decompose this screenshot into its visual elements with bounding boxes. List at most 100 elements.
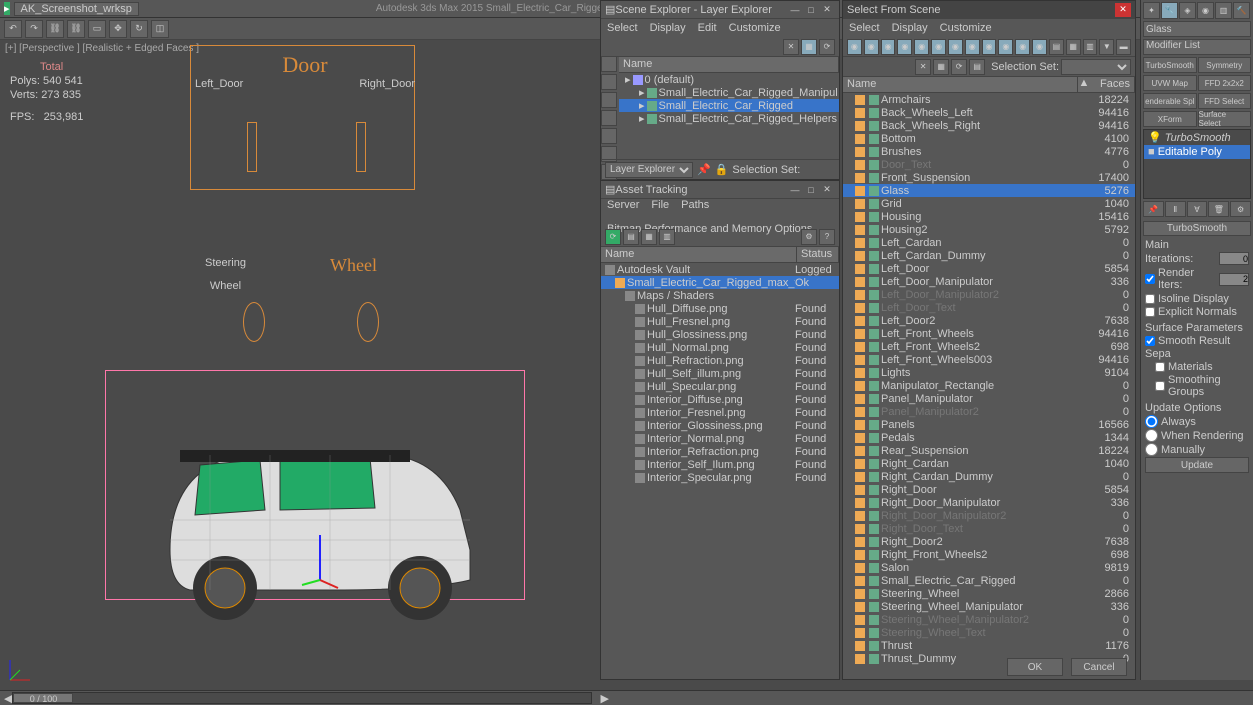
scene-object-item[interactable]: Right_Door27638: [843, 535, 1135, 548]
scene-object-item[interactable]: Door_Text0: [843, 158, 1135, 171]
scene-explorer-list[interactable]: ▸0 (default)▸Small_Electric_Car_Rigged_M…: [619, 73, 839, 173]
scene-object-item[interactable]: Glass5276: [843, 184, 1135, 197]
vtb-helper[interactable]: [601, 128, 617, 144]
explorer-type-dropdown[interactable]: Layer Explorer: [605, 162, 693, 178]
refresh-button[interactable]: ⟳: [605, 229, 621, 245]
asset-item[interactable]: Interior_Self_Ilum.pngFound: [601, 458, 839, 471]
scene-object-item[interactable]: Salon9819: [843, 561, 1135, 574]
scene-object-item[interactable]: Left_Door_Text0: [843, 301, 1135, 314]
scene-object-item[interactable]: Right_Door_Manipulator20: [843, 509, 1135, 522]
vtb-geom[interactable]: [601, 56, 617, 72]
scene-object-item[interactable]: Housing25792: [843, 223, 1135, 236]
ss-f8[interactable]: ◉: [965, 39, 980, 55]
tab-modify[interactable]: 🔧: [1161, 2, 1178, 19]
asset-item[interactable]: Hull_Fresnel.pngFound: [601, 315, 839, 328]
menu-select[interactable]: Select: [607, 22, 638, 34]
asset-item[interactable]: Hull_Normal.pngFound: [601, 341, 839, 354]
tab-create[interactable]: ✦: [1143, 2, 1160, 19]
scene-object-item[interactable]: Manipulator_Rectangle0: [843, 379, 1135, 392]
menu-customize[interactable]: Customize: [940, 22, 992, 34]
mod-btn-ffd-select[interactable]: FFD Select: [1198, 93, 1252, 109]
vtb-shape[interactable]: [601, 74, 617, 90]
menu-display[interactable]: Display: [892, 22, 928, 34]
update-button[interactable]: Update: [1145, 457, 1249, 473]
ss-f5[interactable]: ◉: [914, 39, 929, 55]
layer-item[interactable]: ▸0 (default): [619, 73, 839, 86]
ss-f4[interactable]: ◉: [897, 39, 912, 55]
asset-item[interactable]: Hull_Glossiness.pngFound: [601, 328, 839, 341]
asset-item[interactable]: Small_Electric_Car_Rigged_max_vray.maxOk: [601, 276, 839, 289]
asset-item[interactable]: Interior_Fresnel.pngFound: [601, 406, 839, 419]
ss-f11[interactable]: ◉: [1015, 39, 1030, 55]
modifier-list-dropdown[interactable]: Modifier List: [1143, 39, 1251, 55]
ss-f2[interactable]: ◉: [864, 39, 879, 55]
mod-btn-symmetry[interactable]: Symmetry: [1198, 57, 1252, 73]
asset-item[interactable]: Autodesk VaultLogged: [601, 263, 839, 276]
at-btn6[interactable]: ?: [819, 229, 835, 245]
ss-f3[interactable]: ◉: [881, 39, 896, 55]
ss-v2[interactable]: ▦: [1066, 39, 1081, 55]
menu-select[interactable]: Select: [849, 22, 880, 34]
scene-object-item[interactable]: Left_Cardan_Dummy0: [843, 249, 1135, 262]
asset-item[interactable]: Interior_Refraction.pngFound: [601, 445, 839, 458]
menu-customize[interactable]: Customize: [729, 22, 781, 34]
scene-object-item[interactable]: Left_Front_Wheels2698: [843, 340, 1135, 353]
mod-btn-xform[interactable]: XForm: [1143, 111, 1197, 127]
ss-v3[interactable]: ▥: [1083, 39, 1098, 55]
col-name[interactable]: Name: [601, 247, 797, 262]
minimize-icon[interactable]: —: [787, 183, 803, 197]
ss-f10[interactable]: ◉: [998, 39, 1013, 55]
asset-item[interactable]: Interior_Normal.pngFound: [601, 432, 839, 445]
scale-button[interactable]: ◫: [151, 20, 169, 38]
pin-button[interactable]: 📌: [697, 163, 711, 176]
mod-btn-surface-select[interactable]: Surface Select: [1198, 111, 1252, 127]
when-rendering-radio[interactable]: [1145, 429, 1158, 442]
scene-object-item[interactable]: Right_Door_Manipulator336: [843, 496, 1135, 509]
asset-item[interactable]: Maps / Shaders: [601, 289, 839, 302]
tab-motion[interactable]: ◉: [1197, 2, 1214, 19]
undo-button[interactable]: ↶: [4, 20, 22, 38]
modifier-item[interactable]: 💡 TurboSmooth: [1144, 130, 1250, 145]
iterations-spinner[interactable]: [1219, 252, 1249, 265]
at-btn2[interactable]: ▤: [623, 229, 639, 245]
render-iters-spinner[interactable]: [1219, 273, 1249, 286]
asset-tracking-list[interactable]: Autodesk VaultLoggedSmall_Electric_Car_R…: [601, 263, 839, 683]
close-icon[interactable]: ✕: [819, 183, 835, 197]
tab-display[interactable]: ▥: [1215, 2, 1232, 19]
ok-button[interactable]: OK: [1007, 658, 1063, 676]
scene-object-item[interactable]: Grid1040: [843, 197, 1135, 210]
scene-object-item[interactable]: Bottom4100: [843, 132, 1135, 145]
tab-utilities[interactable]: 🔨: [1233, 2, 1250, 19]
next-key-button[interactable]: ▶: [600, 692, 608, 705]
display-button[interactable]: ▦: [801, 39, 817, 55]
object-name-field[interactable]: [1143, 21, 1251, 37]
layer-item[interactable]: ▸Small_Electric_Car_Rigged_Manipulator: [619, 86, 839, 99]
time-slider[interactable]: 0 / 100: [12, 692, 592, 704]
scene-object-item[interactable]: Steering_Wheel_Manipulator20: [843, 613, 1135, 626]
scene-object-item[interactable]: Left_Door_Manipulator336: [843, 275, 1135, 288]
menu-paths[interactable]: Paths: [681, 199, 709, 211]
ss-t4[interactable]: ▤: [969, 59, 985, 75]
menu-display[interactable]: Display: [650, 22, 686, 34]
pin-stack-button[interactable]: 📌: [1143, 201, 1164, 217]
ss-t3[interactable]: ⟳: [951, 59, 967, 75]
configure-button[interactable]: ⚙: [1230, 201, 1251, 217]
move-button[interactable]: ✥: [109, 20, 127, 38]
asset-item[interactable]: Hull_Refraction.pngFound: [601, 354, 839, 367]
scene-object-item[interactable]: Steering_Wheel2866: [843, 587, 1135, 600]
smooth-result-check[interactable]: [1145, 336, 1155, 346]
scene-object-item[interactable]: Left_Door5854: [843, 262, 1135, 275]
scene-object-item[interactable]: Panel_Manipulator20: [843, 405, 1135, 418]
modifier-item[interactable]: ■ Editable Poly: [1144, 145, 1250, 159]
always-radio[interactable]: [1145, 415, 1158, 428]
sync-button[interactable]: ⟳: [819, 39, 835, 55]
ss-f12[interactable]: ◉: [1032, 39, 1047, 55]
scene-object-item[interactable]: Brushes4776: [843, 145, 1135, 158]
scene-object-item[interactable]: Thrust1176: [843, 639, 1135, 652]
asset-item[interactable]: Hull_Self_illum.pngFound: [601, 367, 839, 380]
scene-object-item[interactable]: Left_Door27638: [843, 314, 1135, 327]
materials-check[interactable]: [1155, 362, 1165, 372]
app-menu-icon[interactable]: ▸: [4, 2, 10, 15]
scene-object-item[interactable]: Back_Wheels_Right94416: [843, 119, 1135, 132]
scene-object-item[interactable]: Rear_Suspension18224: [843, 444, 1135, 457]
